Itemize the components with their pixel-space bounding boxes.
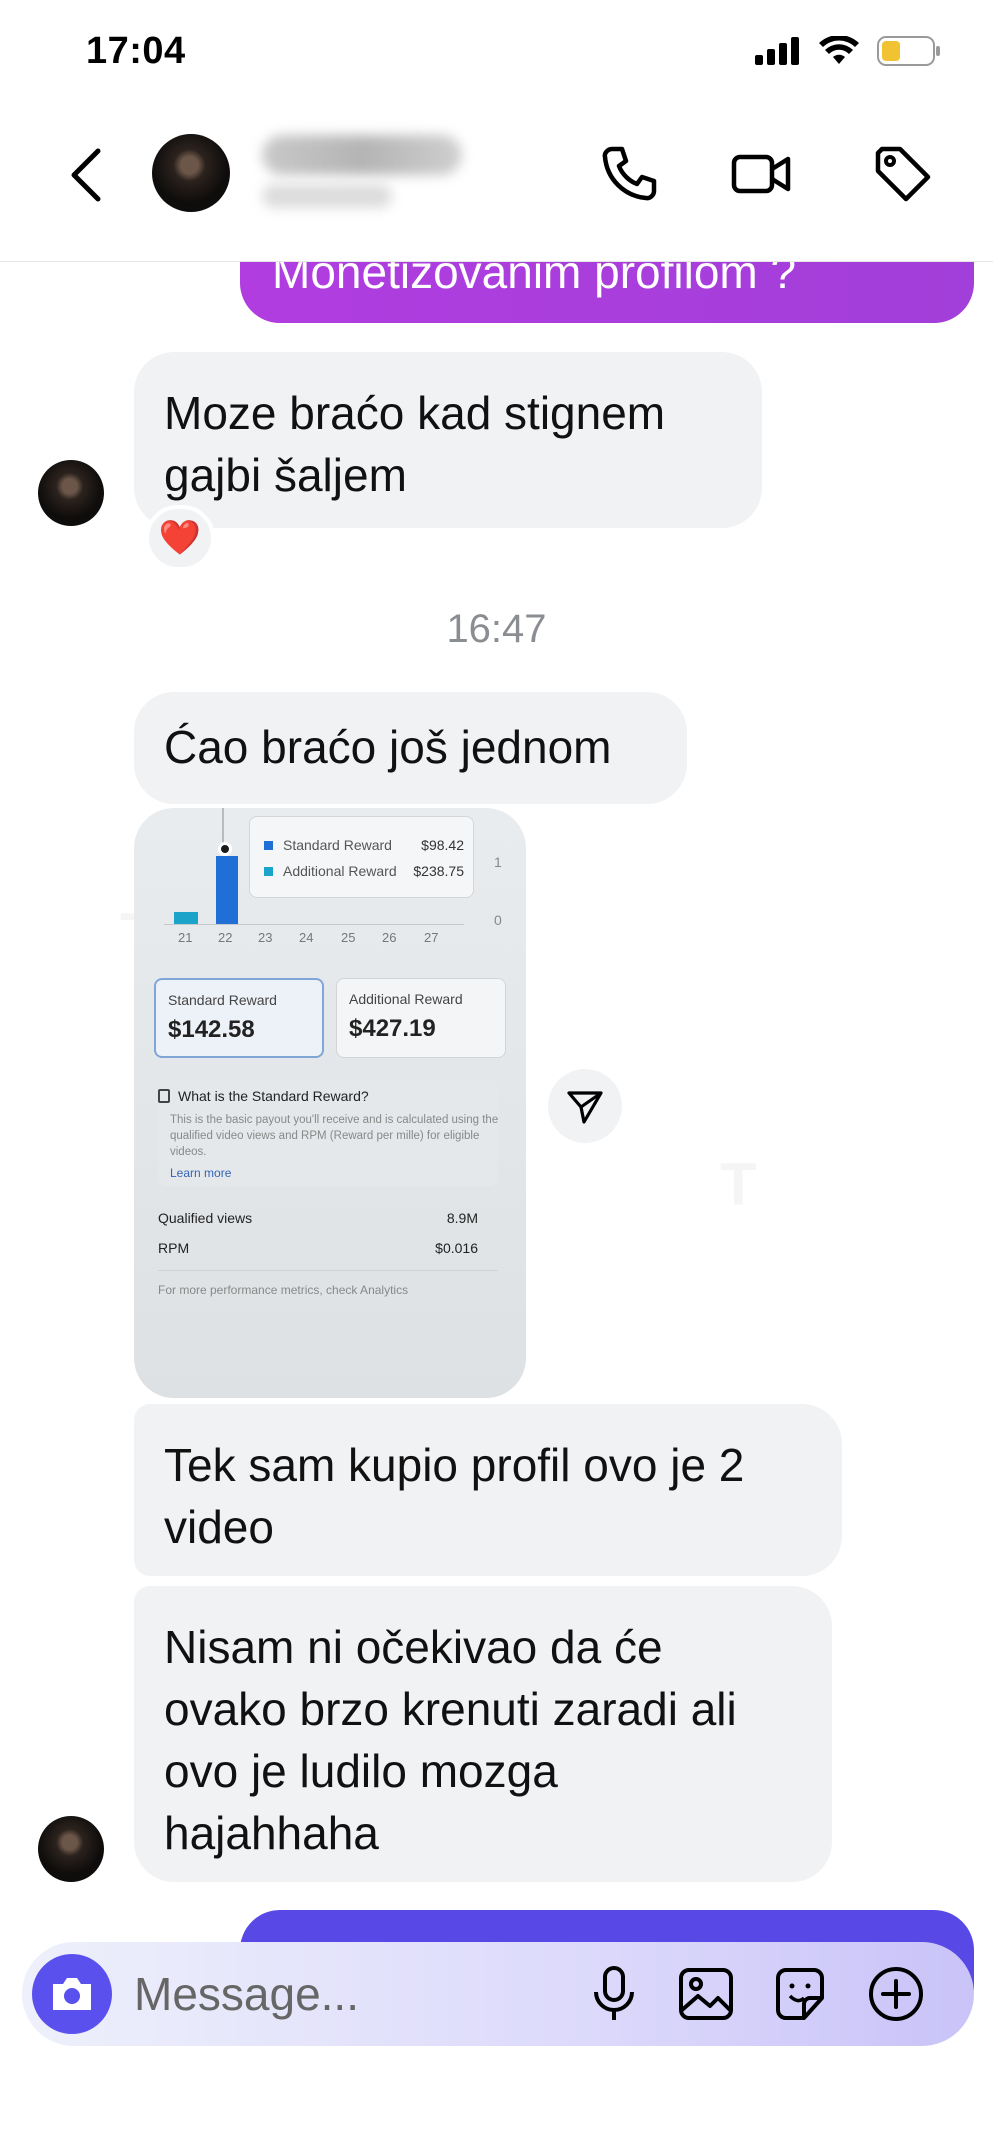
x-tick: 26	[382, 930, 397, 945]
battery-icon	[877, 36, 940, 66]
chart-axis	[164, 924, 464, 925]
message-line: ovo je ludilo mozga	[164, 1745, 558, 1797]
row-label: Qualified views	[158, 1210, 253, 1226]
card-amount: $427.19	[349, 1015, 436, 1042]
sender-avatar[interactable]	[38, 1816, 104, 1882]
watermark: T	[720, 1150, 757, 1219]
x-tick: 25	[341, 930, 356, 945]
analytics-footer: For more performance metrics, check Anal…	[158, 1283, 409, 1297]
axis-label: 1	[494, 854, 502, 870]
additional-reward-card: Additional Reward $427.19	[336, 978, 506, 1058]
x-tick: 24	[299, 930, 314, 945]
message-line: video	[164, 1501, 274, 1553]
chart-legend: Standard Reward $98.42 Additional Reward $…	[249, 816, 474, 898]
info-question-text: What is the Standard Reward?	[178, 1088, 369, 1104]
shared-screenshot-image[interactable]: Standard Reward $98.42 Additional Reward $…	[134, 808, 526, 1398]
message-line: Moze braćo kad stignem	[164, 387, 666, 439]
contact-subtitle-blurred	[262, 184, 392, 208]
message-line: Tek sam kupio profil ovo je 2	[164, 1439, 745, 1491]
legend-label: Standard Reward	[283, 837, 392, 853]
standard-reward-card: Standard Reward $142.58	[154, 978, 324, 1058]
status-icons	[755, 36, 941, 66]
x-tick: 21	[178, 930, 193, 945]
row-value: 8.9M	[446, 1210, 478, 1226]
card-label: Additional Reward	[349, 991, 463, 1007]
contact-avatar[interactable]	[152, 134, 230, 212]
message-line: hajahhaha	[164, 1807, 379, 1859]
incoming-message-bubble[interactable]: Tek sam kupio profil ovo je 2 video	[134, 1404, 842, 1576]
card-label: Standard Reward	[168, 992, 277, 1008]
chart-bar	[216, 856, 238, 924]
chart-marker	[218, 842, 232, 856]
heart-icon: ❤️	[158, 519, 202, 557]
rpm-row: RPM $0.016	[158, 1240, 498, 1256]
add-icon[interactable]	[866, 1964, 926, 2024]
message-line: Nisam ni očekivao da će	[164, 1621, 663, 1673]
card-amount: $142.58	[168, 1016, 255, 1043]
message-line: gajbi šaljem	[164, 449, 407, 501]
learn-more-link: Learn more	[170, 1166, 232, 1180]
status-time: 17:04	[86, 30, 186, 72]
book-icon	[158, 1089, 170, 1103]
legend-value: $238.75	[413, 863, 464, 879]
qualified-views-row: Qualified views 8.9M	[158, 1210, 498, 1226]
row-label: RPM	[158, 1240, 190, 1256]
heart-reaction[interactable]: ❤️	[145, 505, 215, 571]
cellular-signal-icon	[755, 37, 799, 65]
message-input[interactable]	[134, 1962, 554, 2026]
camera-icon	[53, 1978, 91, 2010]
x-tick: 27	[424, 930, 439, 945]
legend-swatch	[264, 841, 273, 850]
axis-label: 0	[494, 912, 502, 928]
row-value: $0.016	[435, 1240, 478, 1256]
incoming-message-bubble[interactable]: Moze braćo kad stignem gajbi šaljem	[134, 352, 762, 528]
phone-icon[interactable]	[598, 143, 660, 205]
legend-value: $98.42	[421, 837, 464, 853]
x-tick: 22	[218, 930, 233, 945]
sticker-icon[interactable]	[770, 1964, 830, 2024]
timestamp: 16:47	[446, 607, 547, 651]
contact-name-blurred[interactable]	[262, 135, 462, 175]
incoming-message-bubble[interactable]: Nisam ni očekivao da će ovako brzo krenu…	[134, 1586, 832, 1882]
gallery-icon[interactable]	[676, 1964, 736, 2024]
message-line: ovako brzo krenuti zaradi ali	[164, 1683, 737, 1735]
share-button[interactable]	[548, 1069, 622, 1143]
chart-bar	[174, 912, 198, 924]
paper-plane-icon	[567, 1091, 603, 1124]
back-chevron-icon[interactable]	[62, 145, 112, 205]
legend-label: Additional Reward	[283, 863, 397, 879]
camera-button[interactable]	[32, 1954, 112, 2034]
message-line: Ćao braćo još jednom	[164, 721, 612, 773]
wifi-icon	[819, 36, 859, 64]
x-tick: 23	[258, 930, 273, 945]
legend-swatch	[264, 867, 273, 876]
sender-avatar[interactable]	[38, 460, 104, 526]
info-question: What is the Standard Reward?	[158, 1088, 369, 1104]
microphone-icon[interactable]	[584, 1964, 644, 2024]
info-description: This is the basic payout you'll receive …	[170, 1114, 499, 1158]
tag-icon[interactable]	[872, 143, 934, 205]
incoming-message-bubble[interactable]: Ćao braćo još jednom	[134, 692, 687, 804]
video-camera-icon[interactable]	[730, 143, 792, 205]
divider	[158, 1270, 498, 1271]
